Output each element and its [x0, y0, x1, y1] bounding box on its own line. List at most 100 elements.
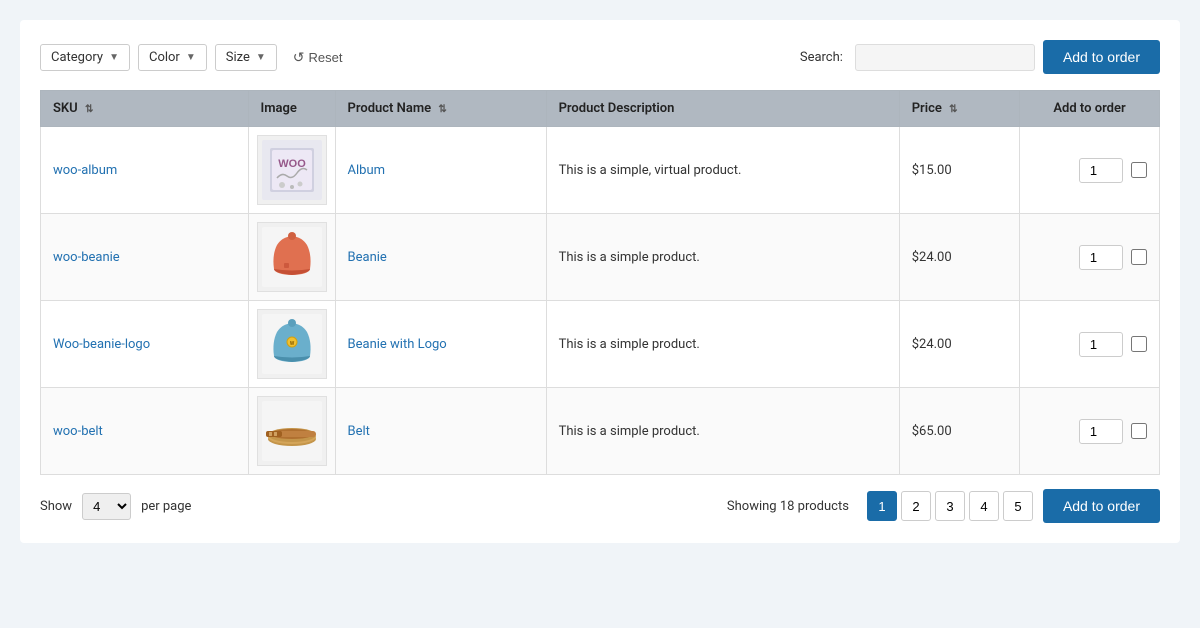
table-header-row: SKU ⇅ Image Product Name ⇅ Product Descr…	[41, 91, 1160, 127]
table-row: woo-beanie Beanie This is a simple produc…	[41, 214, 1160, 301]
table-row: woo-album WOO Album This is a simple, vir…	[41, 127, 1160, 214]
qty-checkbox-wrapper	[1032, 245, 1147, 270]
price-cell: $24.00	[899, 214, 1019, 301]
showing-label: Showing 18 products	[727, 499, 849, 514]
reset-icon: ↺	[293, 49, 305, 66]
size-chevron-icon: ▼	[256, 52, 266, 63]
add-order-cell	[1020, 214, 1160, 301]
qty-checkbox-wrapper	[1032, 419, 1147, 444]
sku-link[interactable]: woo-belt	[53, 424, 103, 439]
col-product-name[interactable]: Product Name ⇅	[335, 91, 546, 127]
color-chevron-icon: ▼	[186, 52, 196, 63]
product-description-text: This is a simple product.	[559, 250, 700, 265]
col-add-to-order: Add to order	[1020, 91, 1160, 127]
price-value: $65.00	[912, 424, 952, 439]
per-page-select[interactable]: 48121620	[82, 493, 131, 520]
product-image: W	[257, 309, 327, 379]
price-sort-icon: ⇅	[949, 104, 957, 115]
sku-link[interactable]: woo-album	[53, 163, 117, 178]
image-cell: WOO	[248, 127, 335, 214]
add-to-order-button-bottom[interactable]: Add to order	[1043, 489, 1160, 523]
sku-cell: woo-album	[41, 127, 249, 214]
product-name-link[interactable]: Beanie with Logo	[348, 337, 447, 352]
product-description-text: This is a simple product.	[559, 337, 700, 352]
sku-cell: Woo-beanie-logo	[41, 301, 249, 388]
qty-checkbox-wrapper	[1032, 332, 1147, 357]
page-btn-3[interactable]: 3	[935, 491, 965, 521]
quantity-input[interactable]	[1079, 158, 1123, 183]
footer-bar: Show 48121620 per page Showing 18 produc…	[40, 489, 1160, 523]
sku-sort-icon: ⇅	[85, 104, 93, 115]
product-name-link[interactable]: Beanie	[348, 250, 387, 265]
reset-button[interactable]: ↺ Reset	[285, 44, 351, 71]
product-image: WOO	[257, 135, 327, 205]
size-filter[interactable]: Size ▼	[215, 44, 277, 71]
product-description-cell: This is a simple product.	[546, 388, 899, 475]
product-description-text: This is a simple product.	[559, 424, 700, 439]
sku-cell: woo-beanie	[41, 214, 249, 301]
add-to-order-button-top[interactable]: Add to order	[1043, 40, 1160, 74]
quantity-input[interactable]	[1079, 419, 1123, 444]
category-label: Category	[51, 50, 103, 65]
qty-checkbox-wrapper	[1032, 158, 1147, 183]
sku-cell: woo-belt	[41, 388, 249, 475]
add-order-cell	[1020, 388, 1160, 475]
product-description-cell: This is a simple, virtual product.	[546, 127, 899, 214]
add-row-checkbox[interactable]	[1131, 162, 1147, 178]
search-label: Search:	[800, 50, 843, 65]
page-btn-5[interactable]: 5	[1003, 491, 1033, 521]
color-label: Color	[149, 50, 180, 65]
size-label: Size	[226, 50, 250, 65]
product-name-cell: Belt	[335, 388, 546, 475]
show-label: Show	[40, 499, 72, 514]
product-order-page: Category ▼ Color ▼ Size ▼ ↺ Reset Search…	[20, 20, 1180, 543]
price-value: $24.00	[912, 250, 952, 265]
product-name-cell: Album	[335, 127, 546, 214]
product-image	[257, 396, 327, 466]
price-cell: $65.00	[899, 388, 1019, 475]
col-description: Product Description	[546, 91, 899, 127]
price-cell: $24.00	[899, 301, 1019, 388]
col-image: Image	[248, 91, 335, 127]
reset-label: Reset	[309, 50, 343, 65]
add-order-cell	[1020, 127, 1160, 214]
color-filter[interactable]: Color ▼	[138, 44, 207, 71]
image-cell	[248, 388, 335, 475]
add-order-cell	[1020, 301, 1160, 388]
sku-link[interactable]: woo-beanie	[53, 250, 120, 265]
add-row-checkbox[interactable]	[1131, 249, 1147, 265]
price-value: $15.00	[912, 163, 952, 178]
product-name-link[interactable]: Belt	[348, 424, 370, 439]
col-price[interactable]: Price ⇅	[899, 91, 1019, 127]
product-description-cell: This is a simple product.	[546, 214, 899, 301]
product-image	[257, 222, 327, 292]
table-body: woo-album WOO Album This is a simple, vir…	[41, 127, 1160, 475]
pagination: 12345	[867, 491, 1033, 521]
image-cell: W	[248, 301, 335, 388]
add-row-checkbox[interactable]	[1131, 336, 1147, 352]
table-row: woo-belt Belt This is a simple product. $6…	[41, 388, 1160, 475]
products-table: SKU ⇅ Image Product Name ⇅ Product Descr…	[40, 90, 1160, 475]
price-value: $24.00	[912, 337, 952, 352]
product-name-cell: Beanie	[335, 214, 546, 301]
product-description-text: This is a simple, virtual product.	[559, 163, 742, 178]
page-btn-4[interactable]: 4	[969, 491, 999, 521]
add-row-checkbox[interactable]	[1131, 423, 1147, 439]
product-name-link[interactable]: Album	[348, 163, 386, 178]
svg-text:W: W	[289, 341, 294, 347]
product-name-cell: Beanie with Logo	[335, 301, 546, 388]
product-description-cell: This is a simple product.	[546, 301, 899, 388]
category-filter[interactable]: Category ▼	[40, 44, 130, 71]
sku-link[interactable]: Woo-beanie-logo	[53, 337, 150, 352]
category-chevron-icon: ▼	[109, 52, 119, 63]
page-btn-1[interactable]: 1	[867, 491, 897, 521]
search-input[interactable]	[855, 44, 1035, 71]
name-sort-icon: ⇅	[438, 104, 446, 115]
per-page-label: per page	[141, 499, 191, 514]
page-btn-2[interactable]: 2	[901, 491, 931, 521]
quantity-input[interactable]	[1079, 245, 1123, 270]
price-cell: $15.00	[899, 127, 1019, 214]
col-sku[interactable]: SKU ⇅	[41, 91, 249, 127]
image-cell	[248, 214, 335, 301]
quantity-input[interactable]	[1079, 332, 1123, 357]
